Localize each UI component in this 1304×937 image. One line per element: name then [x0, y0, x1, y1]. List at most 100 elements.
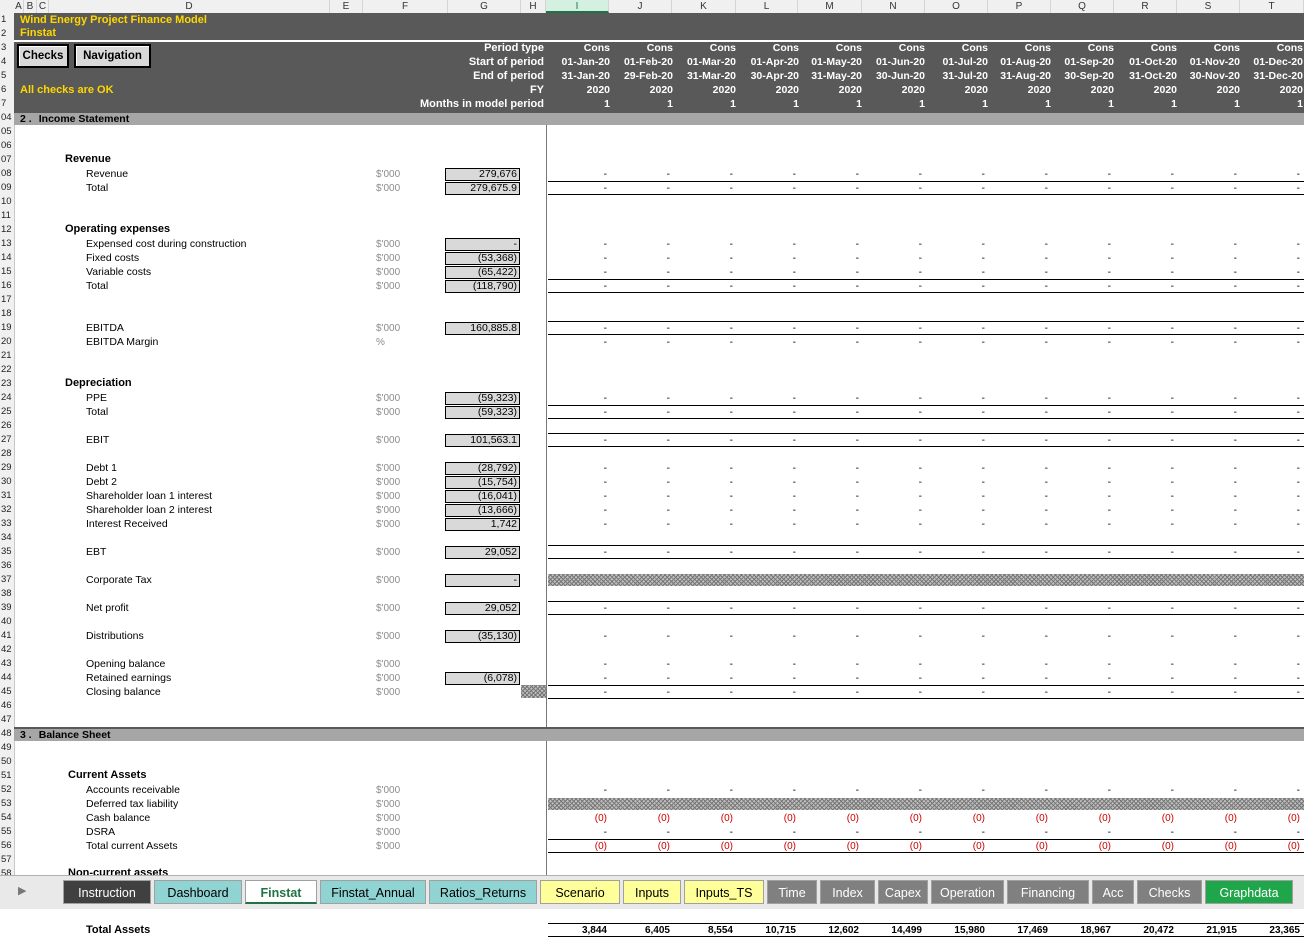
period-value-cell[interactable]: -	[1051, 463, 1111, 474]
period-value-cell[interactable]: -	[736, 785, 796, 796]
period-value-cell[interactable]: -	[1114, 435, 1174, 446]
row-number[interactable]: 53	[0, 797, 14, 811]
period-value-cell[interactable]: -	[1051, 673, 1111, 684]
period-value-cell[interactable]: -	[1051, 687, 1111, 698]
period-value-cell[interactable]: -	[547, 435, 607, 446]
period-value-cell[interactable]: -	[862, 785, 922, 796]
column-header-a[interactable]: A	[14, 0, 24, 13]
period-value-cell[interactable]: -	[988, 519, 1048, 530]
period-value-cell[interactable]: -	[925, 477, 985, 488]
period-value-cell[interactable]: -	[736, 281, 796, 292]
period-value-cell[interactable]: -	[1177, 463, 1237, 474]
period-value-cell[interactable]: -	[673, 477, 733, 488]
tab-scroll-right-icon[interactable]: ▶	[18, 884, 26, 897]
row-number[interactable]: 4	[0, 55, 14, 69]
period-value-cell[interactable]: -	[862, 519, 922, 530]
period-value-cell[interactable]: -	[1177, 169, 1237, 180]
row-number[interactable]: 36	[0, 559, 14, 573]
period-value-cell[interactable]: -	[988, 253, 1048, 264]
period-value-cell[interactable]: -	[1240, 827, 1300, 838]
period-value-cell[interactable]: -	[988, 435, 1048, 446]
period-value-cell[interactable]: -	[799, 169, 859, 180]
period-value-cell[interactable]: -	[1114, 673, 1174, 684]
row-total-cell[interactable]: 160,885.8	[445, 322, 520, 335]
period-value-cell[interactable]: -	[1051, 183, 1111, 194]
period-value-cell[interactable]: -	[988, 505, 1048, 516]
period-value-cell[interactable]: -	[736, 393, 796, 404]
period-value-cell[interactable]: -	[988, 659, 1048, 670]
row-number[interactable]: 16	[0, 279, 14, 293]
row-number[interactable]: 14	[0, 251, 14, 265]
period-value-cell[interactable]: -	[925, 407, 985, 418]
row-number[interactable]: 48	[0, 727, 14, 741]
sheet-tab-finstat-annual[interactable]: Finstat_Annual	[320, 880, 426, 904]
period-value-cell[interactable]: -	[862, 491, 922, 502]
row-number[interactable]: 17	[0, 293, 14, 307]
period-value-cell[interactable]: -	[610, 827, 670, 838]
period-value-cell[interactable]: -	[862, 547, 922, 558]
period-value-cell[interactable]: -	[673, 407, 733, 418]
period-value-cell[interactable]: -	[799, 673, 859, 684]
row-number[interactable]: 27	[0, 433, 14, 447]
period-value-cell[interactable]: -	[673, 687, 733, 698]
row-number[interactable]: 25	[0, 405, 14, 419]
sheet-tab-inputs-ts[interactable]: Inputs_TS	[684, 880, 764, 904]
period-value-cell[interactable]: -	[736, 477, 796, 488]
sheet-tab-operation[interactable]: Operation	[931, 880, 1004, 904]
row-total-cell[interactable]: (16,041)	[445, 490, 520, 503]
column-header-q[interactable]: Q	[1051, 0, 1114, 13]
row-total-cell[interactable]: (53,368)	[445, 252, 520, 265]
period-value-cell[interactable]: -	[547, 183, 607, 194]
period-value-cell[interactable]: -	[925, 337, 985, 348]
period-value-cell[interactable]: -	[1177, 477, 1237, 488]
period-value-cell[interactable]: -	[1177, 505, 1237, 516]
period-value-cell[interactable]: -	[673, 547, 733, 558]
period-value-cell[interactable]: (0)	[1051, 813, 1111, 824]
period-value-cell[interactable]: 23,365	[1240, 925, 1300, 936]
row-number[interactable]: 51	[0, 769, 14, 783]
period-value-cell[interactable]: -	[547, 673, 607, 684]
period-value-cell[interactable]: -	[736, 491, 796, 502]
column-header-b[interactable]: B	[24, 0, 37, 13]
period-value-cell[interactable]: -	[925, 267, 985, 278]
period-value-cell[interactable]: -	[547, 337, 607, 348]
period-value-cell[interactable]: -	[547, 323, 607, 334]
period-value-cell[interactable]: -	[1114, 603, 1174, 614]
period-value-cell[interactable]: -	[610, 337, 670, 348]
period-value-cell[interactable]: (0)	[1051, 841, 1111, 852]
period-value-cell[interactable]: -	[1051, 785, 1111, 796]
period-value-cell[interactable]: -	[1177, 183, 1237, 194]
period-value-cell[interactable]: -	[547, 827, 607, 838]
period-value-cell[interactable]: 8,554	[673, 925, 733, 936]
column-header-r[interactable]: R	[1114, 0, 1177, 13]
period-value-cell[interactable]: -	[673, 827, 733, 838]
sheet-tab-instruction[interactable]: Instruction	[63, 880, 151, 904]
period-value-cell[interactable]: -	[736, 337, 796, 348]
period-value-cell[interactable]: (0)	[736, 841, 796, 852]
period-value-cell[interactable]: -	[988, 183, 1048, 194]
period-value-cell[interactable]: -	[799, 267, 859, 278]
period-value-cell[interactable]: -	[925, 603, 985, 614]
row-number[interactable]: 19	[0, 321, 14, 335]
period-value-cell[interactable]: -	[610, 785, 670, 796]
period-value-cell[interactable]: -	[1114, 281, 1174, 292]
period-value-cell[interactable]: -	[1114, 631, 1174, 642]
row-number[interactable]: 6	[0, 83, 14, 97]
period-value-cell[interactable]: -	[610, 631, 670, 642]
period-value-cell[interactable]: -	[1114, 337, 1174, 348]
row-total-cell[interactable]: 279,675.9	[445, 182, 520, 195]
period-value-cell[interactable]: (0)	[862, 841, 922, 852]
period-value-cell[interactable]: -	[988, 463, 1048, 474]
column-header-h[interactable]: H	[521, 0, 546, 13]
period-value-cell[interactable]: 3,844	[547, 925, 607, 936]
period-value-cell[interactable]: -	[610, 239, 670, 250]
column-header-o[interactable]: O	[925, 0, 988, 13]
period-value-cell[interactable]: -	[1177, 281, 1237, 292]
period-value-cell[interactable]: -	[673, 183, 733, 194]
column-header-c[interactable]: C	[37, 0, 49, 13]
period-value-cell[interactable]: -	[988, 267, 1048, 278]
row-number[interactable]: 06	[0, 139, 14, 153]
row-total-cell[interactable]: 279,676	[445, 168, 520, 181]
period-value-cell[interactable]: -	[1051, 491, 1111, 502]
period-value-cell[interactable]: -	[610, 687, 670, 698]
